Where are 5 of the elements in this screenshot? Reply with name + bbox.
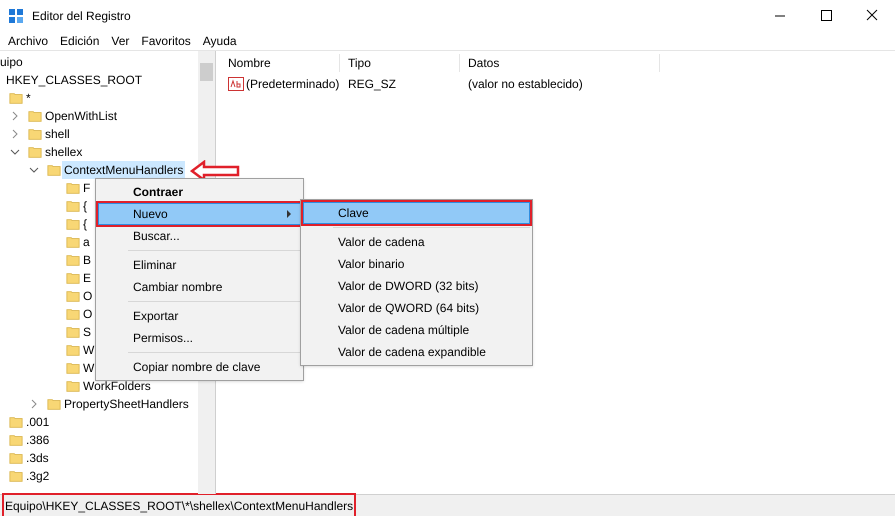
- table-cell-text: REG_SZ: [348, 76, 396, 93]
- window-title: Editor del Registro: [32, 8, 131, 25]
- table-cell-text: (Predeterminado): [246, 76, 340, 93]
- table-cell-text: (valor no establecido): [468, 76, 583, 93]
- status-path: Equipo\HKEY_CLASSES_ROOT\*\shellex\ContextMenuHandlers: [2, 492, 356, 516]
